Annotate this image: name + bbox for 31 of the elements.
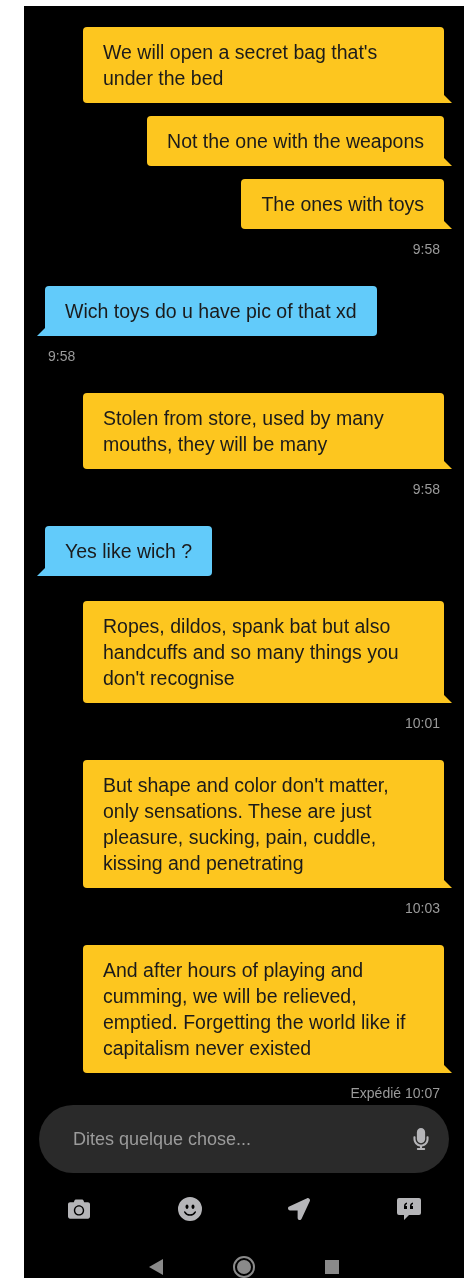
bubble-tail <box>37 328 45 336</box>
message-time: 9:58 <box>412 481 440 497</box>
message-bubble: And after hours of playing and cumming, we will be relieved, emptied. Forgetting the world like if capitalism never existed <box>83 945 444 1073</box>
message-bubble: But shape and color don't matter, only sensations. These are just pleasure, sucking, pain, cuddle, kissing and penetrating <box>83 760 444 888</box>
bubble-tail <box>444 158 452 166</box>
smiley-icon[interactable] <box>178 1197 202 1221</box>
camera-icon[interactable] <box>66 1198 92 1220</box>
message-time: 9:58 <box>412 241 440 257</box>
message-bubble: Stolen from store, used by many mouths, they will be many <box>83 393 444 469</box>
message-bubble: Wich toys do u have pic of that xd <box>45 286 377 336</box>
home-icon[interactable] <box>233 1256 255 1278</box>
message-time: Expédié 10:07 <box>350 1085 440 1101</box>
message-bubble: Ropes, dildos, spank bat but also handcuffs and so many things you don't recognise <box>83 601 444 703</box>
microphone-icon[interactable] <box>413 1128 429 1150</box>
arrow-icon[interactable] <box>288 1198 310 1220</box>
message-bubble: The ones with toys <box>241 179 444 229</box>
message-bubble: We will open a secret bag that's under the bed <box>83 27 444 103</box>
bubble-tail <box>444 461 452 469</box>
message-time: 10:01 <box>404 715 440 731</box>
quote-bubble-icon[interactable] <box>396 1197 422 1221</box>
message-bubble: Yes like wich ? <box>45 526 213 576</box>
message-time: 9:58 <box>48 348 76 364</box>
bubble-tail <box>444 221 452 229</box>
message-time: 10:03 <box>404 900 440 916</box>
bubble-tail <box>444 1065 452 1073</box>
message-bubble: Not the one with the weapons <box>147 116 444 166</box>
bubble-tail <box>444 880 452 888</box>
bubble-tail <box>444 695 452 703</box>
back-icon[interactable] <box>149 1259 163 1275</box>
bubble-tail <box>444 95 452 103</box>
bubble-tail <box>37 568 45 576</box>
